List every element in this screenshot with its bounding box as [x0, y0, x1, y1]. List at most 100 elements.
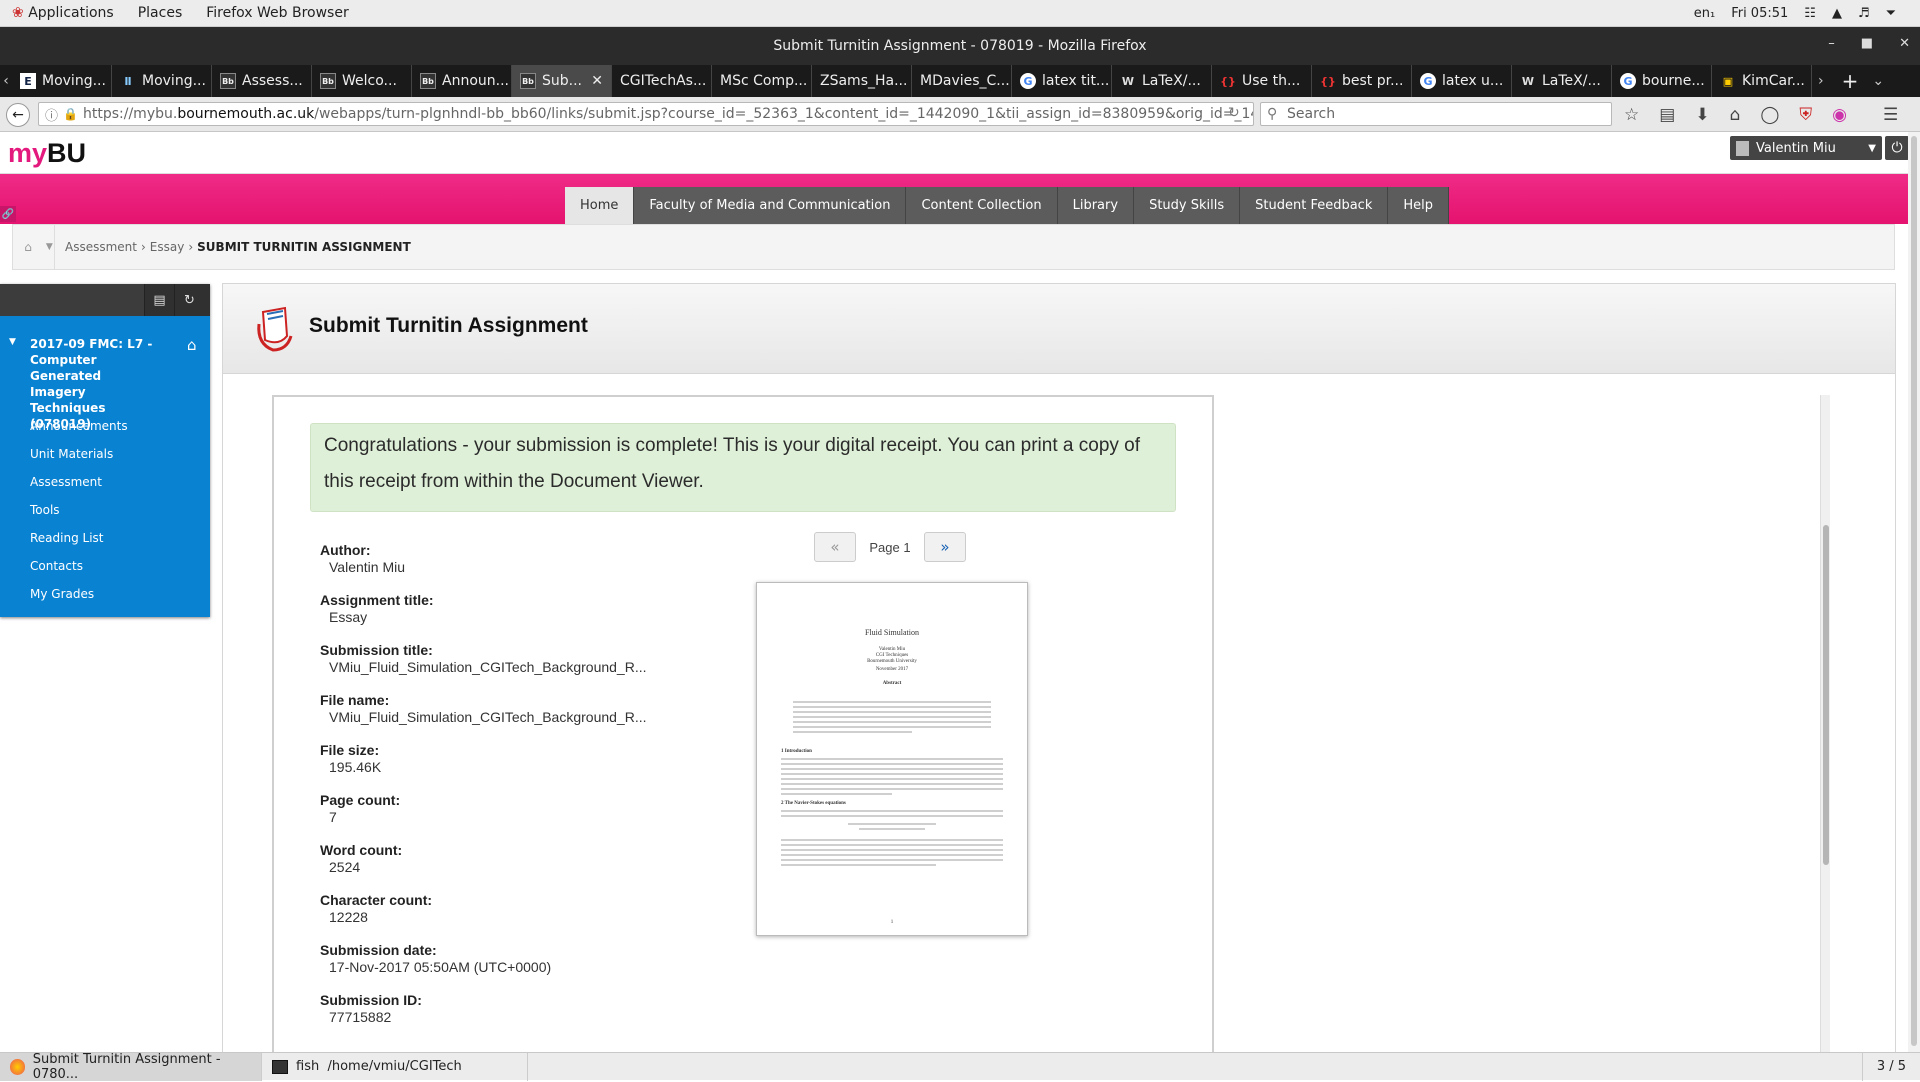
tab-label: latex tit...	[1042, 73, 1110, 89]
scroll-tabs-left-icon[interactable]: ‹	[0, 73, 12, 89]
clock[interactable]: Fri 05:51	[1731, 6, 1788, 21]
maximize-icon[interactable]: ■	[1861, 36, 1873, 51]
taskbar-item-terminal[interactable]: fish /home/vmiu/CGITech	[262, 1052, 528, 1081]
course-home-icon[interactable]: ⌂	[187, 336, 197, 354]
scroll-tabs-right-icon[interactable]: ›	[1818, 73, 1824, 89]
browser-tab[interactable]: {} best pr...	[1312, 65, 1412, 97]
refresh-icon[interactable]: ↻	[174, 284, 204, 316]
breadcrumb-assessment[interactable]: Assessment	[65, 240, 137, 254]
user-name: Valentin Miu	[1756, 140, 1836, 156]
breadcrumb-essay[interactable]: Essay	[150, 240, 185, 254]
bookmark-star-icon[interactable]: ☆	[1624, 105, 1639, 125]
workspace-indicator[interactable]: 3 / 5	[1861, 1052, 1920, 1081]
browser-tab[interactable]: Bb Announ...	[412, 65, 512, 97]
sidebar-item-my-grades[interactable]: My Grades	[30, 580, 128, 608]
notification-icon[interactable]: ▲	[1832, 6, 1842, 21]
viewer-scrollbar-thumb[interactable]	[1823, 525, 1829, 865]
browser-tab[interactable]: MSc Comp...	[712, 65, 812, 97]
browser-tab[interactable]: Bb Welco...	[312, 65, 412, 97]
sidebar-item-unit-materials[interactable]: Unit Materials	[30, 440, 128, 468]
list-all-tabs-icon[interactable]: ⌄	[1872, 73, 1884, 89]
tab-label: Moving...	[42, 73, 106, 89]
sidebar-item-assessment[interactable]: Assessment	[30, 468, 128, 496]
mybu-logo[interactable]: myBU	[8, 138, 86, 169]
browser-tab[interactable]: ▣ KimCar...	[1712, 65, 1812, 97]
browser-tab[interactable]: Bb Assess...	[212, 65, 312, 97]
preview-page-number: 1	[890, 920, 894, 925]
browser-tab[interactable]: E Moving...	[12, 65, 112, 97]
reload-icon[interactable]: ↻	[1228, 105, 1240, 121]
back-button[interactable]: ←	[6, 103, 30, 127]
new-tab-icon[interactable]: +	[1842, 69, 1859, 93]
url-bar[interactable]: ⓘ 🔒 https://mybu. bournemouth.ac.uk/webap…	[38, 102, 1254, 126]
applications-menu[interactable]: ❀ Applications	[0, 5, 126, 21]
user-menu[interactable]: Valentin Miu ▼	[1730, 136, 1882, 160]
tab-home[interactable]: Home	[565, 187, 635, 224]
breadcrumb-home[interactable]: ⌂ ▼	[13, 224, 55, 270]
tab-favicon-icon: E	[20, 73, 36, 89]
browser-tab[interactable]: ZSams_Ha...	[812, 65, 912, 97]
navigation-toolbar: ← ⓘ 🔒 https://mybu. bournemouth.ac.uk/web…	[0, 97, 1920, 132]
stackexchange-icon: {}	[1220, 74, 1236, 88]
taskbar: Submit Turnitin Assignment - 0780... fis…	[0, 1052, 1920, 1082]
browser-tab[interactable]: {} Use th...	[1212, 65, 1312, 97]
sidebar-item-reading-list[interactable]: Reading List	[30, 524, 128, 552]
browser-tab[interactable]: W LaTeX/...	[1512, 65, 1612, 97]
browser-tab[interactable]: Glatex u...	[1412, 65, 1512, 97]
folder-view-icon[interactable]: ▤	[144, 284, 174, 316]
site-header: myBU Valentin Miu ▼ ⏻	[0, 132, 1920, 174]
taskbar-item-firefox[interactable]: Submit Turnitin Assignment - 0780...	[0, 1052, 262, 1082]
window-title: Submit Turnitin Assignment - 078019 - Mo…	[773, 38, 1147, 54]
sidebar-item-contacts[interactable]: Contacts	[30, 552, 128, 580]
places-menu[interactable]: Places	[126, 5, 195, 21]
sidebar-item-announcements[interactable]: Announcements	[30, 412, 128, 440]
search-input[interactable]: ⚲ Search	[1260, 102, 1612, 126]
tab-library[interactable]: Library	[1057, 187, 1135, 224]
browser-tab[interactable]: Gbourne...	[1612, 65, 1712, 97]
link-icon[interactable]: 🔗	[0, 206, 16, 222]
browser-tab[interactable]: CGITechAs...	[612, 65, 712, 97]
extension-icon[interactable]: ◉	[1832, 105, 1847, 125]
reading-list-icon[interactable]: ▤	[1659, 105, 1675, 125]
page-scrollbar[interactable]	[1908, 132, 1920, 1052]
browser-tab[interactable]: Ⅱ Moving...	[112, 65, 212, 97]
home-icon[interactable]: ⌂	[1730, 105, 1741, 125]
close-tab-icon[interactable]: ✕	[591, 73, 603, 89]
logout-button[interactable]: ⏻	[1885, 136, 1909, 160]
close-window-icon[interactable]: ✕	[1899, 36, 1910, 51]
breadcrumb: ⌂ ▼ Assessment › Essay › SUBMIT TURNITIN …	[12, 224, 1895, 270]
tab-help[interactable]: Help	[1388, 187, 1449, 224]
next-page-button[interactable]: »	[924, 532, 966, 562]
volume-icon[interactable]: ♬	[1858, 6, 1870, 21]
sidebar-item-tools[interactable]: Tools	[30, 496, 128, 524]
document-preview[interactable]: Fluid Simulation Valentin Miu CGI Techni…	[756, 582, 1028, 936]
google-icon: G	[1020, 73, 1036, 89]
ublock-icon[interactable]: ⛨	[1799, 105, 1812, 125]
tab-label: Moving...	[142, 73, 206, 89]
power-menu-icon[interactable]: ⏷	[1886, 6, 1896, 21]
course-menu: ▤ ↻ ▼ 2017-09 FMC: L7 - Computer Generat…	[0, 284, 210, 617]
downloads-icon[interactable]: ⬇	[1695, 105, 1709, 125]
tab-content-collection[interactable]: Content Collection	[906, 187, 1058, 224]
tab-faculty[interactable]: Faculty of Media and Communication	[634, 187, 907, 224]
browser-tab[interactable]: W LaTeX/...	[1112, 65, 1212, 97]
browser-tab-active[interactable]: Bb Sub... ✕	[512, 65, 612, 97]
tab-study-skills[interactable]: Study Skills	[1134, 187, 1241, 224]
tab-label: Assess...	[242, 73, 303, 89]
browser-tab[interactable]: Glatex tit...	[1012, 65, 1112, 97]
viewer-scrollbar[interactable]	[1820, 395, 1830, 1055]
pocket-icon[interactable]: ◯	[1760, 105, 1779, 125]
keyboard-indicator[interactable]: en₁	[1694, 6, 1715, 21]
tab-student-feedback[interactable]: Student Feedback	[1240, 187, 1389, 224]
collapse-caret-icon[interactable]: ▼	[9, 337, 16, 347]
minimize-icon[interactable]: –	[1828, 36, 1835, 51]
network-icon[interactable]: ☷	[1804, 6, 1816, 21]
field-author: Author: Valentin Miu	[320, 542, 406, 575]
hamburger-menu-icon[interactable]: ☰	[1883, 105, 1898, 125]
previous-page-button[interactable]: «	[814, 532, 856, 562]
turnitin-icon	[257, 306, 293, 352]
info-icon[interactable]: ⓘ	[45, 105, 58, 124]
browser-tab[interactable]: MDavies_C...	[912, 65, 1012, 97]
page-scrollbar-thumb[interactable]	[1911, 136, 1917, 1046]
firefox-menu[interactable]: Firefox Web Browser	[194, 5, 361, 21]
